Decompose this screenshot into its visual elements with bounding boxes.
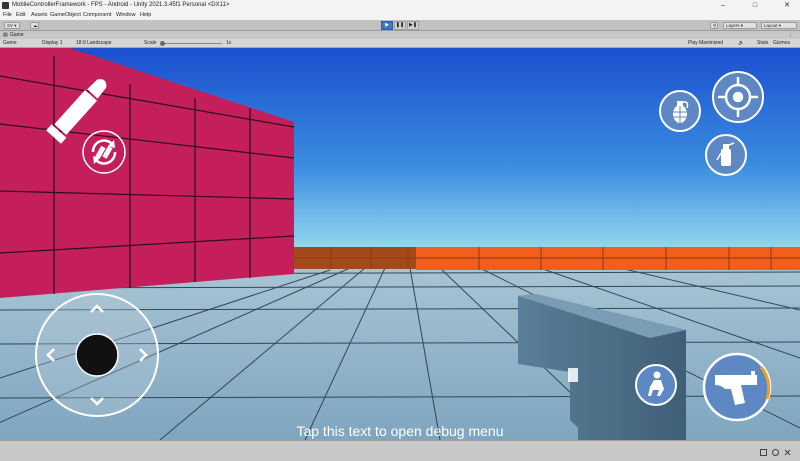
- game-viewport[interactable]: [0, 48, 800, 440]
- menu-edit[interactable]: Edit: [16, 11, 25, 20]
- stats-toggle[interactable]: Stats: [757, 39, 768, 47]
- crouch-button[interactable]: [634, 363, 678, 407]
- pause-button[interactable]: ❚❚: [394, 21, 406, 30]
- layout-dropdown[interactable]: Layout ▾: [761, 22, 797, 29]
- joystick-knob[interactable]: [75, 333, 119, 377]
- panel-menu-icon[interactable]: ⋮: [788, 31, 793, 39]
- play-button[interactable]: ▶: [381, 21, 393, 30]
- minimize-button[interactable]: –: [712, 0, 734, 11]
- menu-bar: File Edit Assets GameObject Component Wi…: [0, 11, 800, 20]
- reload-button[interactable]: [81, 129, 127, 175]
- layers-label: Layers: [726, 23, 740, 28]
- main-toolbar: SV ▾ ☁ ▶ ❚❚ ▶❚ ⚲ Layers ▾ Layout ▾: [0, 20, 800, 31]
- tab-game[interactable]: Game: [10, 31, 24, 39]
- game-view-controls: Game Display 1 18:9 Landscape Scale 1x P…: [0, 39, 800, 48]
- scale-slider-track[interactable]: [162, 43, 222, 44]
- menu-window[interactable]: Window: [116, 11, 136, 20]
- unity-logo-icon: [2, 2, 9, 9]
- menu-gameobject[interactable]: GameObject: [50, 11, 81, 20]
- debug-icon[interactable]: [784, 443, 791, 456]
- grenade-button[interactable]: [658, 89, 702, 133]
- progress-icon[interactable]: [772, 443, 779, 456]
- reload-icon: [91, 139, 117, 165]
- step-button[interactable]: ▶❚: [407, 21, 419, 30]
- cloud-icon[interactable]: ☁: [30, 22, 39, 29]
- layers-dropdown[interactable]: Layers ▾: [723, 22, 757, 29]
- aspect-dropdown[interactable]: 18:9 Landscape: [76, 39, 112, 47]
- scale-value: 1x: [226, 40, 232, 46]
- account-label: SV: [7, 23, 14, 28]
- menu-help[interactable]: Help: [140, 11, 151, 20]
- aim-button[interactable]: [711, 70, 765, 124]
- notification-icon[interactable]: [760, 443, 767, 456]
- layout-label: Layout: [764, 23, 778, 28]
- title-bar: MobileControllerFramework - FPS - Androi…: [0, 0, 800, 11]
- mute-audio-icon[interactable]: 🔈: [738, 39, 744, 47]
- game-tab-icon: ▤: [3, 32, 8, 38]
- menu-component[interactable]: Component: [83, 11, 111, 20]
- movement-joystick[interactable]: [34, 292, 160, 418]
- display-dropdown[interactable]: Display 1: [42, 39, 63, 47]
- view-mode-dropdown[interactable]: Game: [3, 39, 17, 47]
- play-mode-dropdown[interactable]: Play Maximized: [688, 39, 723, 47]
- menu-assets[interactable]: Assets: [31, 11, 48, 20]
- status-bar: [0, 440, 800, 456]
- window-title: MobileControllerFramework - FPS - Androi…: [12, 2, 230, 8]
- gizmos-dropdown[interactable]: Gizmos: [773, 39, 790, 47]
- scale-slider-handle[interactable]: [160, 40, 165, 46]
- panel-tab-bar: ▤ Game ⋮: [0, 31, 800, 39]
- account-dropdown[interactable]: SV ▾: [4, 22, 20, 29]
- close-button[interactable]: ✕: [776, 0, 798, 11]
- menu-file[interactable]: File: [3, 11, 12, 20]
- maximize-button[interactable]: □: [744, 0, 766, 11]
- fire-button[interactable]: [701, 351, 773, 423]
- debug-menu-link[interactable]: Tap this text to open debug menu: [0, 423, 800, 439]
- item-button[interactable]: [704, 133, 748, 177]
- search-icon[interactable]: ⚲: [710, 22, 718, 29]
- scale-label: Scale: [144, 40, 157, 46]
